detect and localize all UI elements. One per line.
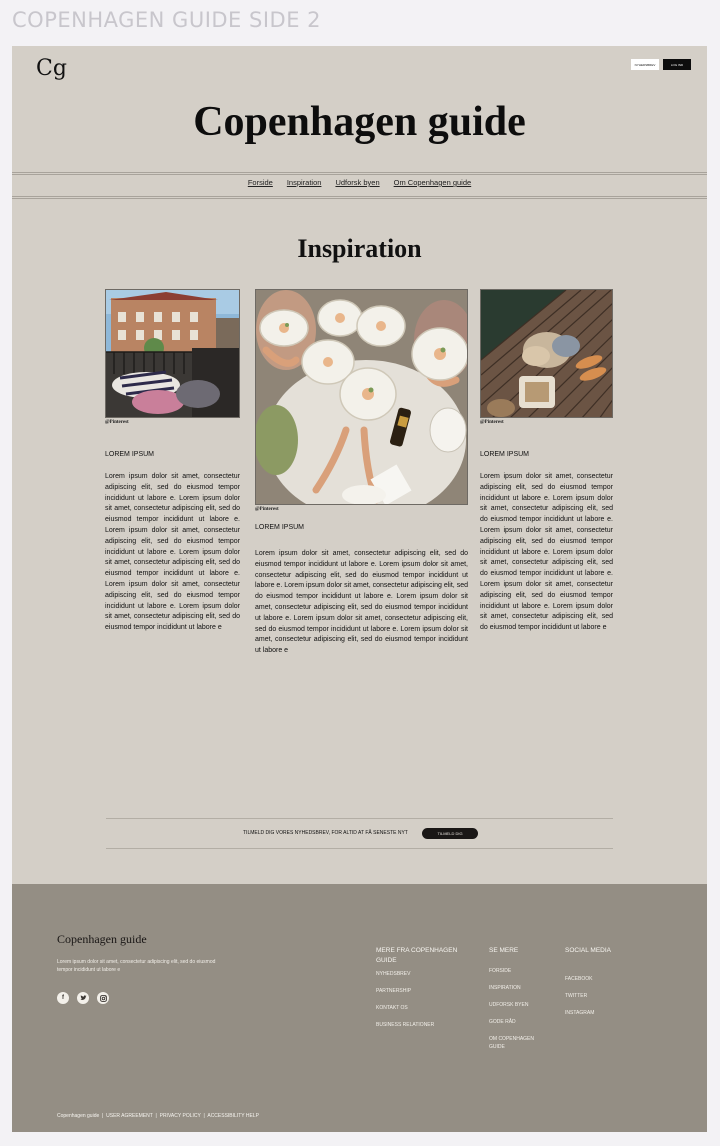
footer-column-more: MERE FRA COPENHAGEN GUIDE NYHEDSBREV PAR… [376, 946, 476, 1029]
balcony-photo [105, 289, 240, 418]
inspiration-card-1: @Pinterest LOREM IPSUM Lorem ipsum dolor… [105, 289, 240, 634]
nav-divider-bottom [12, 196, 707, 197]
footer-separator: | [155, 1113, 157, 1119]
footer-link-gode-raad[interactable]: GODE RÅD [489, 1018, 549, 1026]
footer-link-twitter[interactable]: TWITTER [565, 992, 635, 1000]
twitter-icon[interactable] [77, 992, 89, 1004]
card-body: Lorem ipsum dolor sit amet, consectetur … [105, 473, 240, 632]
page-frame: Cg NYHEDSBREV LOG IND Copenhagen guide F… [12, 46, 707, 1132]
footer-description: Lorem ipsum dolor sit amet, consectetur … [57, 959, 216, 973]
footer-link-kontakt-os[interactable]: KONTAKT OS [376, 1004, 476, 1012]
page-title: Copenhagen guide [193, 99, 526, 145]
section-title: Inspiration [297, 234, 422, 263]
footer-logo[interactable]: Copenhagen guide [57, 932, 147, 947]
footer-legal-user-agreement[interactable]: USER AGREEMENT [106, 1113, 153, 1119]
footer-heading: MERE FRA COPENHAGEN GUIDE [376, 947, 458, 964]
footer-link-instagram[interactable]: INSTAGRAM [565, 1009, 635, 1017]
nav-item-forside[interactable]: Forside [248, 178, 273, 187]
cocktails-photo [255, 289, 468, 505]
footer: Copenhagen guide Lorem ipsum dolor sit a… [12, 884, 707, 1132]
logo[interactable]: Cg [36, 56, 67, 81]
footer-column-see-more: SE MERE FORSIDE INSPIRATION UDFORSK BYEN… [489, 946, 549, 1051]
card-body: Lorem ipsum dolor sit amet, consectetur … [255, 550, 468, 655]
board-title: COPENHAGEN GUIDE SIDE 2 [12, 8, 321, 32]
nav-divider-bottom-inner [12, 198, 707, 199]
newsletter-signup-button[interactable]: TILMELD DIG [422, 828, 478, 839]
inspiration-card-3: @Pinterest LOREM IPSUM Lorem ipsum dolor… [480, 289, 613, 634]
footer-legal-privacy-policy[interactable]: PRIVACY POLICY [160, 1113, 201, 1119]
footer-link-business[interactable]: BUSINESS RELATIONER [376, 1021, 476, 1029]
login-button[interactable]: LOG IND [663, 59, 691, 70]
inspiration-card-2: @Pinterest LOREM IPSUM Lorem ipsum dolor… [255, 289, 468, 657]
newsletter-button[interactable]: NYHEDSBREV [631, 59, 659, 70]
nav-item-udforsk-byen[interactable]: Udforsk byen [335, 178, 379, 187]
photo-credit[interactable]: @Pinterest [255, 507, 468, 512]
footer-link-nyhedsbrev[interactable]: NYHEDSBREV [376, 970, 476, 978]
footer-heading: SE MERE [489, 947, 519, 954]
footer-legal-links: Copenhagen guide | USER AGREEMENT | PRIV… [57, 1113, 259, 1119]
footer-link-udforsk-byen[interactable]: UDFORSK BYEN [489, 1001, 549, 1009]
footer-column-social: SOCIAL MEDIA FACEBOOK TWITTER INSTAGRAM [565, 946, 635, 1017]
card-title: LOREM IPSUM [105, 451, 155, 458]
card-title: LOREM IPSUM [255, 524, 305, 531]
dock-photo [480, 289, 613, 418]
facebook-icon[interactable]: f [57, 992, 69, 1004]
footer-separator: | [203, 1113, 205, 1119]
card-body: Lorem ipsum dolor sit amet, consectetur … [480, 473, 613, 632]
newsletter-divider-bottom [106, 848, 613, 849]
card-title: LOREM IPSUM [480, 451, 530, 458]
footer-legal-brand[interactable]: Copenhagen guide [57, 1113, 99, 1119]
footer-link-om-copenhagen-guide[interactable]: OM COPENHAGEN GUIDE [489, 1035, 544, 1051]
footer-link-partnership[interactable]: PARTNERSHIP [376, 987, 476, 995]
footer-link-forside[interactable]: FORSIDE [489, 967, 549, 975]
photo-credit[interactable]: @Pinterest [480, 420, 613, 425]
nav-item-inspiration[interactable]: Inspiration [287, 178, 322, 187]
social-icons: f [57, 992, 109, 1004]
footer-heading: SOCIAL MEDIA [565, 947, 611, 954]
newsletter-divider-top [106, 818, 613, 819]
main-nav: Forside Inspiration Udforsk byen Om Cope… [12, 178, 707, 187]
footer-link-inspiration[interactable]: INSPIRATION [489, 984, 549, 992]
footer-separator: | [102, 1113, 104, 1119]
footer-link-facebook[interactable]: FACEBOOK [565, 975, 635, 983]
footer-legal-accessibility-help[interactable]: ACCESSIBILITY HELP [207, 1113, 259, 1119]
nav-divider-top-inner [12, 174, 707, 175]
nav-divider-top [12, 172, 707, 173]
photo-credit[interactable]: @Pinterest [105, 420, 240, 425]
newsletter-text: TILMELD DIG VORES NYHEDSBREV, FOR ALTID … [243, 830, 408, 836]
nav-item-om-copenhagen-guide[interactable]: Om Copenhagen guide [394, 178, 472, 187]
instagram-icon[interactable] [97, 992, 109, 1004]
